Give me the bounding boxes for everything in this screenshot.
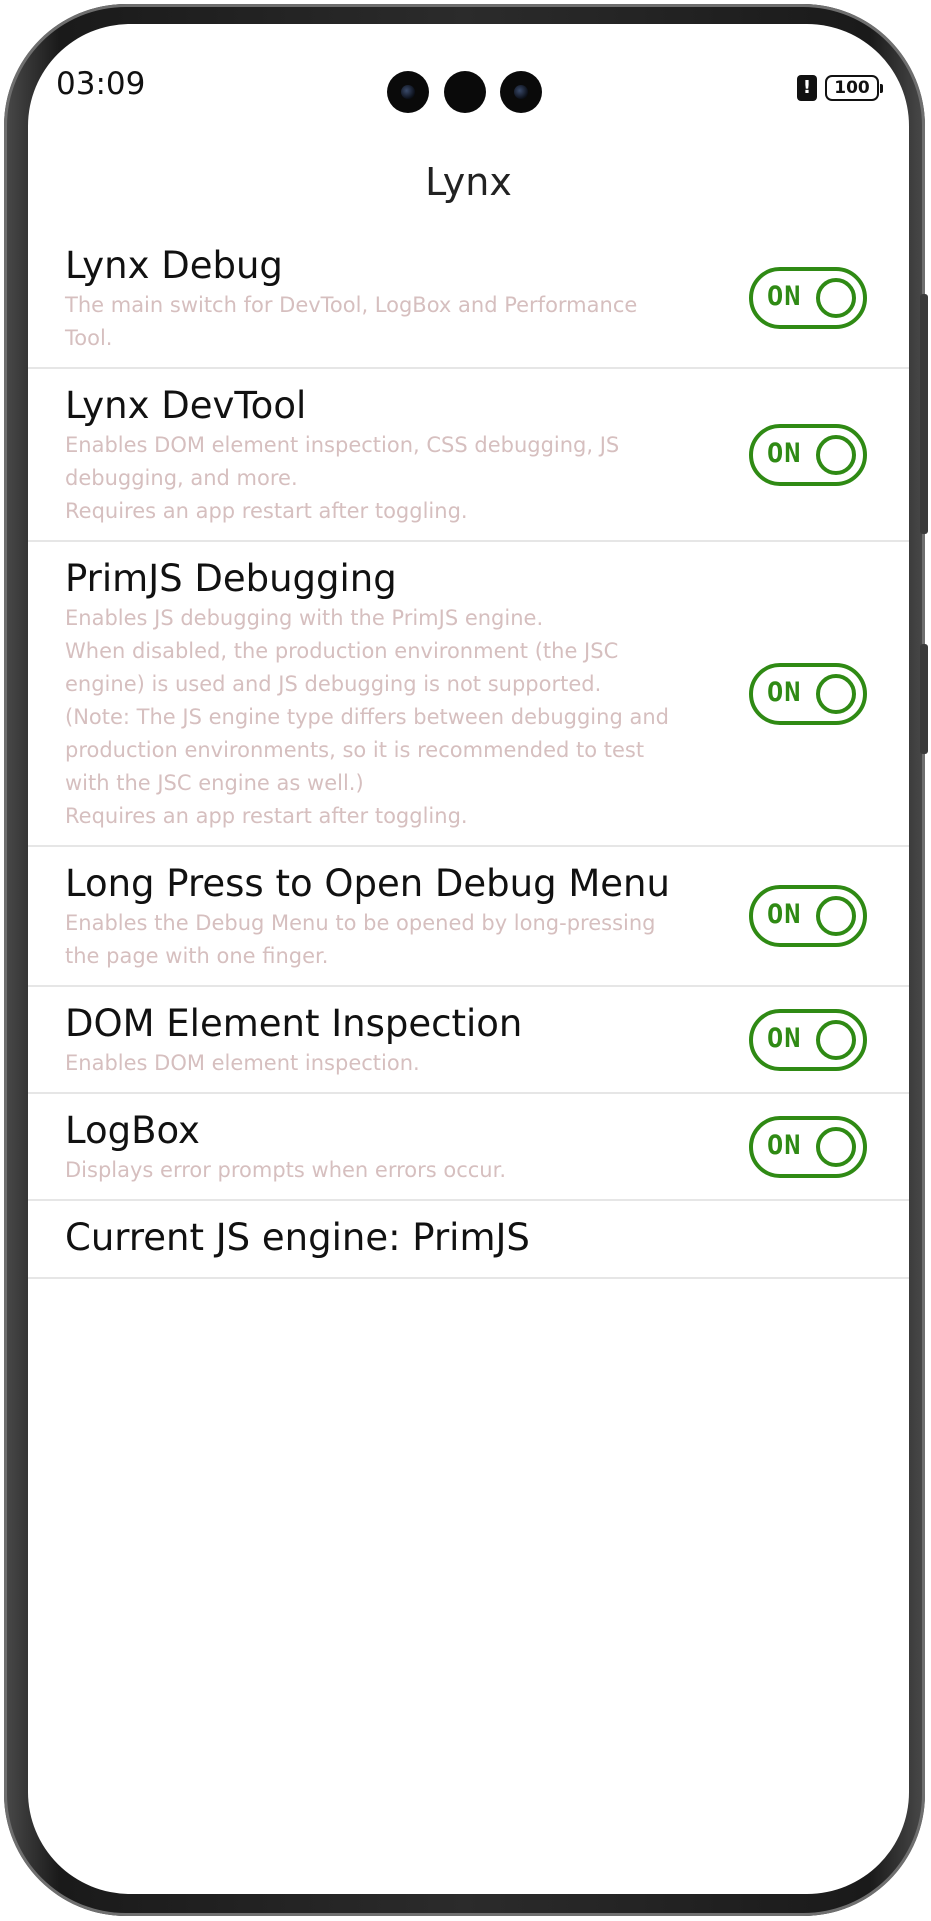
toggle-knob-icon [816, 434, 856, 475]
settings-list: Lynx Debug The main switch for DevTool, … [28, 229, 909, 1279]
screen: 03:09 ! 100 Lynx Lynx Debug The main swi… [28, 24, 909, 1894]
battery-level: 100 [834, 78, 870, 98]
phone-frame: 03:09 ! 100 Lynx Lynx Debug The main swi… [4, 4, 928, 1916]
setting-description: Enables DOM element inspection. [65, 1051, 420, 1075]
battery-icon: 100 [825, 75, 883, 101]
toggle-state-label: ON [767, 1022, 802, 1054]
status-icons: ! 100 [797, 72, 883, 104]
toggle-knob-icon [816, 1126, 856, 1167]
dom-element-inspection-toggle[interactable]: ON [749, 1008, 867, 1071]
front-camera-icon-secondary [500, 71, 542, 113]
setting-dom-element-inspection: DOM Element Inspection Enables DOM eleme… [28, 987, 909, 1094]
current-js-engine: Current JS engine: PrimJS [28, 1201, 909, 1279]
toggle-state-label: ON [767, 676, 802, 708]
setting-title: Lynx DevTool [65, 384, 307, 427]
setting-title: DOM Element Inspection [65, 1002, 523, 1045]
setting-title: LogBox [65, 1109, 200, 1152]
power-button [920, 644, 928, 754]
alert-icon: ! [797, 75, 817, 101]
status-time: 03:09 [56, 66, 146, 102]
toggle-state-label: ON [767, 281, 802, 312]
volume-button [920, 294, 928, 534]
setting-lynx-debug: Lynx Debug The main switch for DevTool, … [28, 229, 909, 369]
setting-description: Displays error prompts when errors occur… [65, 1158, 506, 1182]
primjs-debugging-toggle[interactable]: ON [749, 662, 867, 725]
engine-label: Current JS engine: PrimJS [65, 1216, 530, 1259]
setting-title: Lynx Debug [65, 244, 283, 287]
setting-logbox: LogBox Displays error prompts when error… [28, 1094, 909, 1201]
status-bar: 03:09 ! 100 [28, 24, 909, 124]
setting-title: PrimJS Debugging [65, 557, 397, 600]
toggle-knob-icon [816, 1019, 856, 1060]
lynx-debug-toggle[interactable]: ON [749, 267, 867, 329]
setting-long-press-debug-menu: Long Press to Open Debug Menu Enables th… [28, 847, 909, 987]
toggle-state-label: ON [767, 437, 802, 469]
setting-description: Enables the Debug Menu to be opened by l… [65, 911, 656, 968]
long-press-debug-menu-toggle[interactable]: ON [749, 885, 867, 947]
toggle-knob-icon [816, 896, 856, 936]
toggle-knob-icon [816, 278, 856, 318]
setting-description: Enables JS debugging with the PrimJS eng… [65, 606, 669, 828]
toggle-state-label: ON [767, 1129, 802, 1161]
sensor-icon [444, 71, 486, 113]
lynx-devtool-toggle[interactable]: ON [749, 423, 867, 486]
logbox-toggle[interactable]: ON [749, 1115, 867, 1178]
front-camera-icon [387, 71, 429, 113]
setting-title: Long Press to Open Debug Menu [65, 862, 670, 905]
setting-description: Enables DOM element inspection, CSS debu… [65, 433, 620, 523]
setting-primjs-debugging: PrimJS Debugging Enables JS debugging wi… [28, 542, 909, 847]
setting-description: The main switch for DevTool, LogBox and … [65, 293, 638, 350]
setting-lynx-devtool: Lynx DevTool Enables DOM element inspect… [28, 369, 909, 542]
page-title: Lynx [425, 160, 512, 204]
toggle-knob-icon [816, 673, 856, 714]
toggle-state-label: ON [767, 899, 802, 930]
